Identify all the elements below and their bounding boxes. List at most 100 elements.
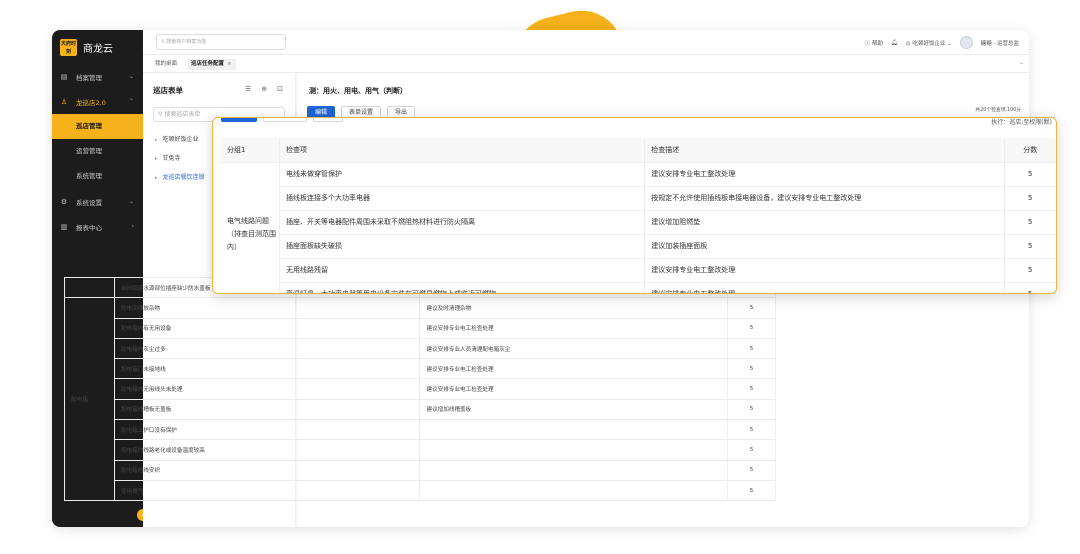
tab-inspection-config[interactable]: 巡店任务配置 × xyxy=(187,59,236,70)
chart-icon: ▥ xyxy=(60,222,68,231)
chevron-down-icon[interactable]: ⌄ xyxy=(1019,59,1024,66)
search-input[interactable]: ⚲ 搜索商户档案功能 xyxy=(156,34,286,50)
sidebar-subitem-operations[interactable]: 运营管理 xyxy=(52,139,143,164)
archive-icon: ▤ xyxy=(60,72,68,81)
table-row[interactable]: 配电箱电线安织 5 xyxy=(65,459,776,481)
list-icon[interactable]: ☰ xyxy=(245,85,251,93)
edit-button[interactable] xyxy=(221,118,257,122)
tree-node-label: 龙巡店餐饮连锁 xyxy=(162,174,205,181)
table-row[interactable]: 无用线路残留 建议安排专业电工整改处理 5 xyxy=(221,258,1056,283)
table-row[interactable]: 电气线路问题（排查目测范围内） 电线未做穿管保护 建议安排专业电工整改处理 5 xyxy=(221,162,1056,293)
check-description-cell: 按规定不允许使用插线板串接电器设备，建议安排专业电工整改处理 xyxy=(644,186,1005,211)
form-title: 测：用火、用电、用气（判断） xyxy=(309,87,407,95)
score-cell: 5 xyxy=(727,358,776,380)
table-row[interactable]: 使用燃气 5 xyxy=(65,479,776,502)
check-item-cell: 插线板连接多个大功率电器 xyxy=(279,186,646,211)
check-item-cell: 配电箱线槽板无盖板 xyxy=(113,398,421,421)
score-cell: 5 xyxy=(727,317,776,339)
check-description-cell: 建议加装插座面板 xyxy=(644,234,1005,259)
table-row[interactable]: 插线板连接多个大功率电器 按规定不允许使用插线板串接电器设备，建议安排专业电工整改… xyxy=(221,186,1056,211)
check-description-cell: 建议增加阻燃垫 xyxy=(644,210,1005,235)
check-item-cell: 电线未做穿管保护 xyxy=(279,162,646,187)
close-icon[interactable]: × xyxy=(227,61,232,67)
zoomed-checklist-callout: 执行：巡店:至权限(默) 分组1 检查项 检查描述 分数 电气线路问题（排查目测… xyxy=(212,117,1057,294)
sidebar-item-longxundian[interactable]: ♙ 龙巡店2.0 ⌃ xyxy=(52,89,143,114)
table-row[interactable]: 配电箱内灰尘过多 建议安排专业人员清理配电箱灰尘 5 xyxy=(65,337,776,360)
check-description-cell: 建议增加线槽盖板 xyxy=(419,398,729,421)
column-header-item: 检查项 xyxy=(279,138,646,163)
score-cell: 5 xyxy=(727,419,776,441)
tab-label: 巡店任务配置 xyxy=(191,61,225,67)
caret-right-icon: ▸ xyxy=(155,175,158,181)
check-description-cell xyxy=(419,459,729,481)
brand-name: 商龙云 xyxy=(83,43,113,55)
sidebar-item-label: 系统设置 xyxy=(76,198,102,207)
check-item-cell: 插座面板缺失破损 xyxy=(279,234,646,259)
sidebar-subitem-store-inspection[interactable]: 巡店管理 xyxy=(52,114,143,139)
search-placeholder: 搜索巡店表单 xyxy=(164,111,201,118)
sidebar-subitem-system[interactable]: 系统管理 xyxy=(52,164,143,189)
group-cell: 配电箱 xyxy=(64,297,115,502)
score-cell: 5 xyxy=(1004,162,1056,187)
bell-icon[interactable]: 🔔︎ xyxy=(891,40,898,46)
check-item-cell: 配电间堆放杂物 xyxy=(113,297,421,319)
company-switcher[interactable]: ◎ 吃顿好饭企业 ⌄ xyxy=(906,39,952,47)
sidebar-item-reports[interactable]: ▥ 报表中心 › xyxy=(52,214,143,239)
sidebar-item-archive[interactable]: ▤ 档案管理 ⌄ xyxy=(52,64,143,89)
brand-logo: 天府时刻 xyxy=(60,38,77,56)
tree-node[interactable]: ▸ 甘兔寺 xyxy=(155,149,205,168)
table-header-row: 分组1 检查项 检查描述 分数 xyxy=(221,138,1056,163)
check-description-cell: 建议安排专业电工整改处理 xyxy=(644,162,1005,187)
table-row[interactable]: 配电箱 配电间堆放杂物 建议及时清理杂物 5 xyxy=(64,297,776,502)
sidebar-item-label: 档案管理 xyxy=(76,73,102,82)
company-label: 吃顿好饭企业 xyxy=(912,40,946,47)
table-row[interactable]: 配电箱内线路老化或设备温度较高 5 xyxy=(65,439,776,461)
score-cell: 5 xyxy=(1004,210,1056,235)
score-cell: 5 xyxy=(727,378,776,400)
tree-node-selected[interactable]: ▸ 龙巡店餐饮连锁 xyxy=(155,168,205,187)
export-button[interactable] xyxy=(313,118,343,122)
table-row[interactable]: 配电箱内无用线头未处理 建议安排专业电工检查处理 5 xyxy=(65,378,776,400)
table-row[interactable]: 配电箱内有无用设备 建议安排专业电工检查处理 5 xyxy=(65,317,776,339)
user-name[interactable]: 糖糖 · 运营总监 xyxy=(981,39,1019,47)
panel-toolbar: ☰ ⊕ ⊡ xyxy=(245,85,283,93)
check-description-cell: 建议安排专业电工整改处理 xyxy=(644,282,1005,293)
score-cell: 5 xyxy=(727,479,776,502)
table-row[interactable]: 插座面板缺失破损 建议加装插座面板 5 xyxy=(221,234,1056,259)
table-row[interactable]: 高温灯具、大功率电器等用电设备安装在可燃易燃物上或临近可燃物 建议安排专业电工整改… xyxy=(221,282,1056,293)
form-summary: 共20个检查项,100分 xyxy=(975,108,1021,113)
tab-label: 我的桌面 xyxy=(155,61,178,67)
score-cell: 5 xyxy=(727,439,776,461)
form-settings-button[interactable] xyxy=(263,118,307,122)
add-icon[interactable]: ⊕ xyxy=(261,85,267,93)
group-cell xyxy=(64,276,115,299)
score-cell: 5 xyxy=(1004,258,1056,283)
tree-node[interactable]: ▸ 吃顿好饭企业 xyxy=(155,130,205,149)
check-item-cell: 使用燃气 xyxy=(113,479,421,502)
chevron-up-icon: ⌃ xyxy=(128,98,134,105)
table-row[interactable]: 配电箱线槽板无盖板 建议增加线槽盖板 5 xyxy=(65,398,776,421)
callout-table: 分组1 检查项 检查描述 分数 电气线路问题（排查目测范围内） 电线未做穿管保护建… xyxy=(221,138,1056,293)
import-icon[interactable]: ⊡ xyxy=(277,85,283,93)
score-cell: 5 xyxy=(727,398,776,421)
check-description-cell: 建议及时清理杂物 xyxy=(419,297,729,319)
tab-desktop[interactable]: 我的桌面 xyxy=(151,59,181,70)
search-placeholder: 搜索商户档案功能 xyxy=(166,39,207,45)
help-icon: ⓘ xyxy=(864,40,872,47)
check-item-cell: 配电箱门未接地线 xyxy=(113,358,421,380)
caret-right-icon: ▸ xyxy=(155,137,158,143)
checklist-table: 启闭临近水源部位插座缺少防水盖板建议加装防水盖板5配电箱配电间堆放杂物建议及时清… xyxy=(64,276,776,502)
avatar[interactable] xyxy=(959,36,973,49)
topbar: ⚲ 搜索商户档案功能 ⓘ 帮助 🔔︎ ◎ 吃顿好饭企业 ⌄ 糖糖 · 运营总监 xyxy=(143,30,1029,55)
panel-title: 巡店表单 xyxy=(153,86,183,95)
table-row[interactable]: 配电箱门未接地线 建议安排专业电工检查处理 5 xyxy=(65,358,776,380)
sidebar-item-settings[interactable]: ⚙ 系统设置 ⌄ xyxy=(52,189,143,214)
table-row[interactable]: 插座、开关等电器配件周围未采取不燃阻热材料进行防火隔离 建议增加阻燃垫 5 xyxy=(221,210,1056,235)
tree-node-label: 甘兔寺 xyxy=(162,155,181,162)
check-description-cell xyxy=(419,439,729,461)
help-link[interactable]: ⓘ 帮助 xyxy=(865,39,883,47)
score-cell: 5 xyxy=(727,459,776,481)
table-row[interactable]: 配电箱上护口没有保护 5 xyxy=(65,419,776,441)
column-header-group: 分组1 xyxy=(221,138,281,163)
score-cell: 5 xyxy=(1004,234,1056,259)
